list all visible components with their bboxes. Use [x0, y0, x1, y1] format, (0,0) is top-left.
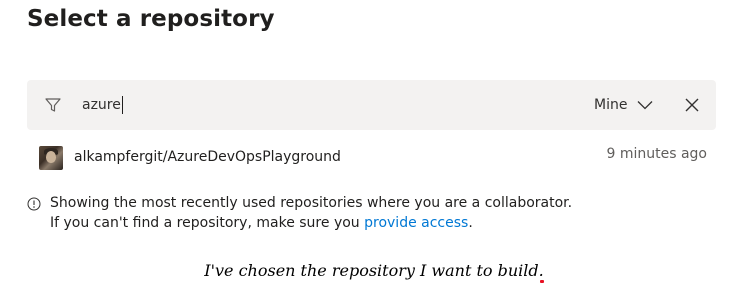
- info-text: Showing the most recently used repositor…: [50, 195, 573, 211]
- filter-bar: azure Mine: [27, 80, 716, 130]
- info-icon: [27, 197, 41, 211]
- caption: I've chosen the repository I want to bui…: [0, 261, 748, 283]
- spellcheck-mark: [539, 280, 544, 283]
- caption-text: I've chosen the repository I want to bui…: [204, 261, 539, 280]
- scope-dropdown[interactable]: Mine: [594, 93, 653, 117]
- page-title: Select a repository: [27, 6, 275, 32]
- info-help-prefix: If you can't find a repository, make sur…: [50, 215, 365, 231]
- filter-input[interactable]: azure: [82, 93, 123, 117]
- info-help-text: If you can't find a repository, make sur…: [50, 215, 473, 231]
- scope-dropdown-label: Mine: [594, 97, 628, 113]
- avatar: [39, 146, 63, 170]
- filter-icon[interactable]: [44, 96, 62, 114]
- avatar-face: [46, 151, 56, 163]
- page: Select a repository azure Mine alkampfer…: [0, 0, 748, 292]
- caption-period-text: .: [538, 261, 544, 280]
- repository-list-item[interactable]: alkampfergit/AzureDevOpsPlayground 9 min…: [37, 145, 709, 171]
- chevron-down-icon: [638, 101, 653, 110]
- provide-access-link[interactable]: provide access: [364, 215, 468, 231]
- caption-period: .: [538, 261, 544, 283]
- repository-name: alkampfergit/AzureDevOpsPlayground: [74, 149, 341, 165]
- info-help-suffix: .: [468, 215, 473, 231]
- close-icon[interactable]: [682, 95, 702, 115]
- repository-time: 9 minutes ago: [606, 146, 707, 162]
- text-cursor: [121, 96, 123, 114]
- filter-input-value: azure: [82, 97, 121, 113]
